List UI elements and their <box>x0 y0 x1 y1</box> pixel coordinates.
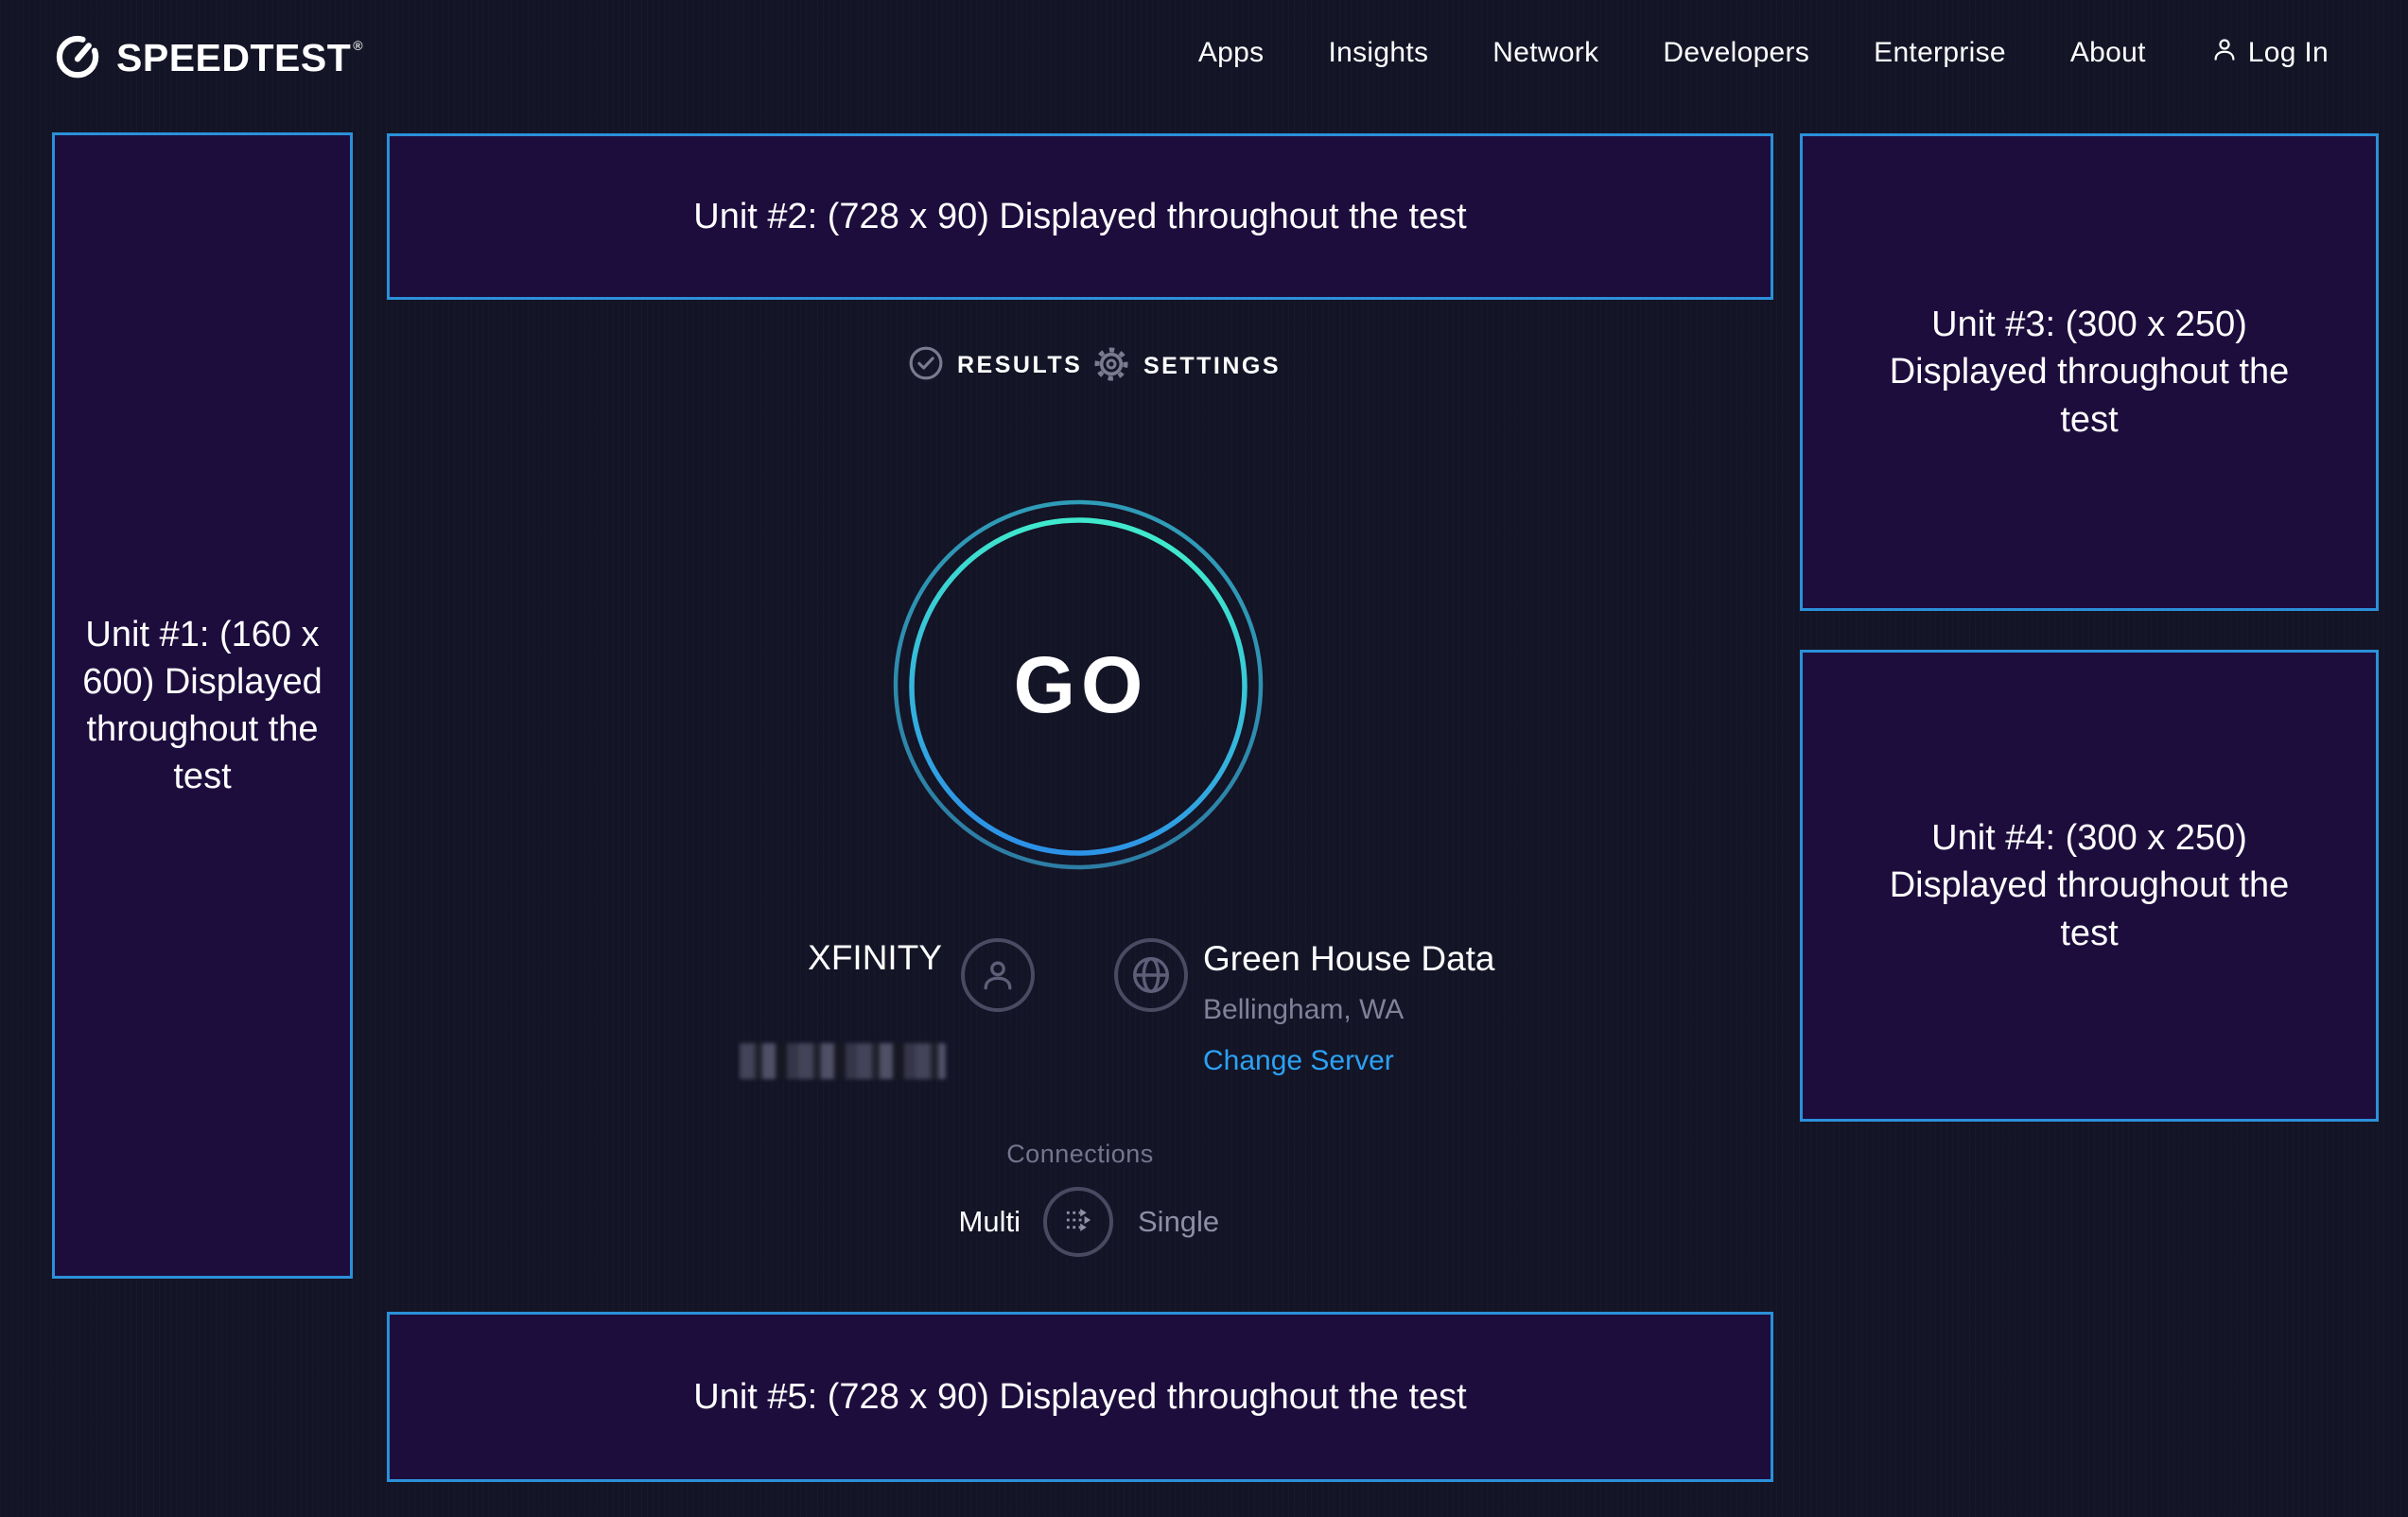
go-button-label: GO <box>880 486 1277 883</box>
brand-name: SPEEDTEST® <box>116 36 363 80</box>
ad-unit-4-text: Unit #4: (300 x 250) Displayed throughou… <box>1886 814 2293 956</box>
nav-item-network[interactable]: Network <box>1492 37 1598 69</box>
ad-unit-1-text: Unit #1: (160 x 600) Displayed throughou… <box>81 611 323 801</box>
tab-results[interactable]: RESULTS <box>908 345 1082 386</box>
tabs-row: RESULTS SETTINGS <box>851 345 1513 394</box>
ad-unit-3[interactable]: Unit #3: (300 x 250) Displayed throughou… <box>1800 133 2379 611</box>
nav-item-apps[interactable]: Apps <box>1198 37 1265 69</box>
server-globe-icon <box>1114 938 1188 1012</box>
ad-unit-4[interactable]: Unit #4: (300 x 250) Displayed throughou… <box>1800 650 2379 1122</box>
connections-single-option[interactable]: Single <box>1138 1205 1219 1239</box>
isp-name: XFINITY <box>662 938 942 978</box>
connections-toggle[interactable] <box>1043 1187 1113 1257</box>
isp-user-icon <box>961 938 1035 1012</box>
trademark-mark: ® <box>353 38 363 53</box>
multi-connection-icon <box>1057 1199 1099 1246</box>
user-icon <box>2210 35 2239 71</box>
ad-unit-2-text: Unit #2: (728 x 90) Displayed throughout… <box>693 193 1466 240</box>
connections-multi-option[interactable]: Multi <box>851 1205 1021 1239</box>
ad-unit-2[interactable]: Unit #2: (728 x 90) Displayed throughout… <box>387 133 1773 300</box>
nav-item-insights[interactable]: Insights <box>1328 37 1428 69</box>
ip-address-redacted <box>740 1043 946 1079</box>
nav-links: Apps Insights Network Developers Enterpr… <box>1198 0 2329 106</box>
tab-settings[interactable]: SETTINGS <box>1092 345 1281 388</box>
nav-item-developers[interactable]: Developers <box>1663 37 1809 69</box>
gauge-icon <box>52 30 103 86</box>
check-circle-icon <box>908 345 944 386</box>
tab-settings-label: SETTINGS <box>1143 353 1281 380</box>
login-button[interactable]: Log In <box>2210 35 2329 71</box>
ad-unit-3-text: Unit #3: (300 x 250) Displayed throughou… <box>1886 301 2293 443</box>
nav-item-enterprise[interactable]: Enterprise <box>1874 37 2006 69</box>
go-button[interactable]: GO <box>880 486 1277 883</box>
server-name: Green House Data <box>1203 939 1495 979</box>
ad-unit-5-text: Unit #5: (728 x 90) Displayed throughout… <box>693 1373 1466 1421</box>
server-location: Bellingham, WA <box>1203 994 1404 1026</box>
top-nav: SPEEDTEST® Apps Insights Network Develop… <box>0 0 2408 106</box>
ad-unit-5[interactable]: Unit #5: (728 x 90) Displayed throughout… <box>387 1312 1773 1482</box>
nav-item-about[interactable]: About <box>2070 37 2146 69</box>
tab-results-label: RESULTS <box>957 352 1082 379</box>
connections-heading: Connections <box>387 1140 1773 1169</box>
ad-unit-1[interactable]: Unit #1: (160 x 600) Displayed throughou… <box>52 132 353 1279</box>
change-server-link[interactable]: Change Server <box>1203 1045 1394 1077</box>
gear-icon <box>1092 345 1130 388</box>
speedtest-logo[interactable]: SPEEDTEST® <box>52 30 363 86</box>
